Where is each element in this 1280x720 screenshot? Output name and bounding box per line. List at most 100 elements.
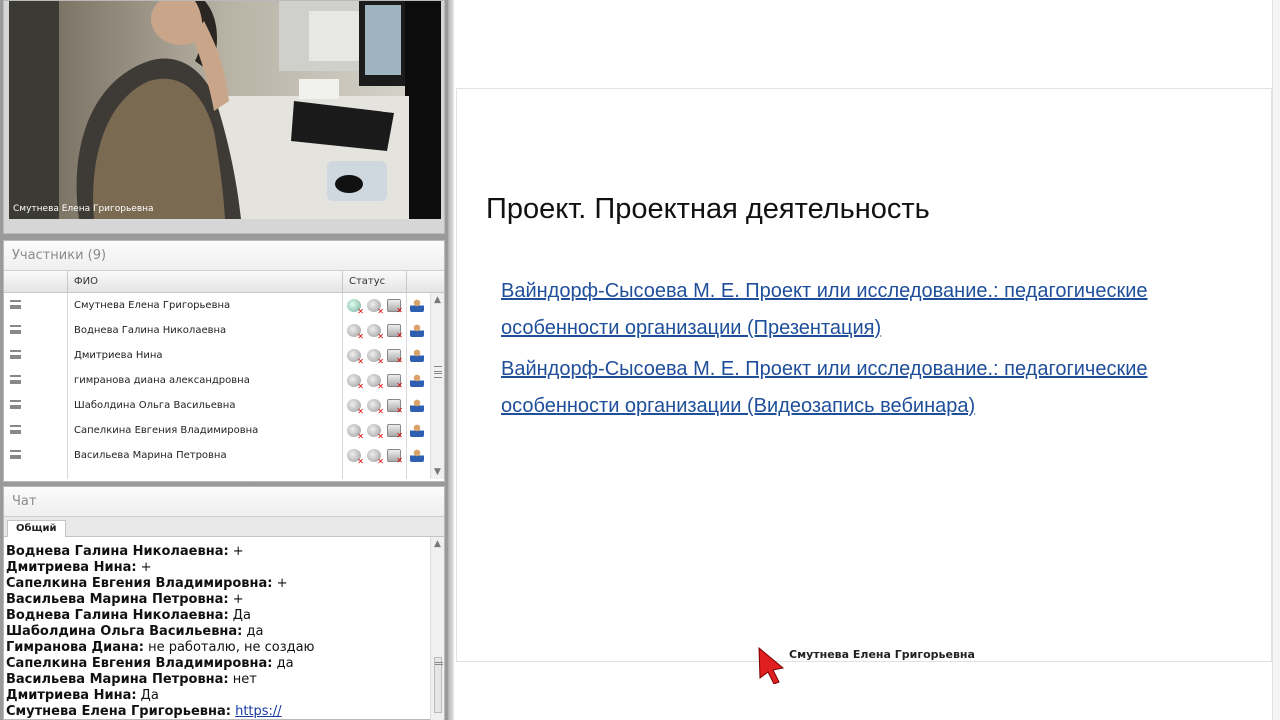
user-icon[interactable]	[410, 449, 424, 462]
user-icon[interactable]	[410, 374, 424, 387]
scroll-thumb[interactable]	[434, 657, 443, 713]
table-row[interactable]: Шаболдина Ольга Васильевна	[4, 393, 430, 418]
camera-status-icon[interactable]	[387, 449, 403, 465]
audio-status-icon[interactable]	[367, 399, 384, 416]
user-icon[interactable]	[410, 349, 424, 362]
participants-scrollbar[interactable]: ▲ ▼	[430, 293, 444, 479]
slide-link-presentation[interactable]: Вайндорф-Сысоева М. Е. Проект или исслед…	[501, 273, 1221, 347]
chat-author: Сапелкина Евгения Владимировна:	[6, 656, 273, 671]
chat-author: Дмитриева Нина:	[6, 688, 137, 703]
camera-status-icon[interactable]	[387, 374, 403, 390]
video-panel: Смутнева Елена Григорьевна	[3, 0, 445, 234]
participant-name: Воднева Галина Николаевна	[74, 325, 227, 336]
chat-author: Васильева Марина Петровна:	[6, 672, 229, 687]
camera-status-icon[interactable]	[387, 424, 403, 440]
webcam-image	[9, 1, 441, 219]
audio-status-icon[interactable]	[367, 449, 384, 466]
chat-text: да	[242, 624, 264, 639]
chat-author: Шаболдина Ольга Васильевна:	[6, 624, 243, 639]
scroll-up-icon[interactable]: ▲	[431, 537, 444, 551]
chat-author: Гимранова Диана:	[6, 640, 144, 655]
tab-general[interactable]: Общий	[7, 520, 66, 537]
participants-header: ФИО Статус	[4, 271, 444, 293]
chat-scrollbar[interactable]: ▲	[430, 537, 444, 720]
drag-handle-icon[interactable]	[10, 450, 21, 459]
chat-author: Дмитриева Нина:	[6, 560, 137, 575]
chat-messages: Воднева Галина Николаевна: + Дмитриева Ни…	[4, 537, 430, 720]
chat-text: +	[136, 560, 152, 575]
camera-status-icon[interactable]	[387, 399, 403, 415]
drag-handle-icon[interactable]	[10, 350, 21, 359]
chat-text: +	[272, 576, 288, 591]
user-icon[interactable]	[410, 399, 424, 412]
col-extra	[407, 271, 444, 293]
chat-status-icon[interactable]	[347, 399, 364, 416]
link-line[interactable]: Вайндорф-Сысоева М. Е. Проект или исслед…	[501, 358, 1148, 380]
table-row[interactable]: Воднева Галина Николаевна	[4, 318, 430, 343]
presenter-pointer-label: Смутнева Елена Григорьевна	[789, 648, 975, 661]
drag-handle-icon[interactable]	[10, 425, 21, 434]
camera-status-icon[interactable]	[387, 324, 403, 340]
chat-tabs: Общий	[4, 517, 444, 537]
link-line[interactable]: особенности организации (Презентация)	[501, 317, 881, 339]
user-icon[interactable]	[410, 324, 424, 337]
webcam-video[interactable]: Смутнева Елена Григорьевна	[9, 1, 441, 219]
chat-link[interactable]: https://	[235, 704, 282, 719]
slide-title: Проект. Проектная деятельность	[486, 193, 930, 225]
chat-author: Смутнева Елена Григорьевна:	[6, 704, 231, 719]
chat-message: Васильева Марина Петровна: +	[6, 592, 430, 608]
camera-status-icon[interactable]	[387, 299, 403, 315]
col-status[interactable]: Статус	[343, 271, 407, 293]
audio-status-icon[interactable]	[367, 349, 384, 366]
chat-author: Васильева Марина Петровна:	[6, 592, 229, 607]
participant-name: Смутнева Елена Григорьевна	[74, 300, 231, 311]
audio-status-icon[interactable]	[367, 424, 384, 441]
participant-name: Дмитриева Нина	[74, 350, 163, 361]
table-row[interactable]: Васильева Марина Петровна	[4, 443, 430, 468]
participant-name: Васильева Марина Петровна	[74, 450, 227, 461]
chat-message: Смутнева Елена Григорьевна: https://	[6, 704, 430, 720]
presenter-pointer-icon	[758, 646, 785, 684]
link-line[interactable]: особенности организации (Видеозапись веб…	[501, 395, 975, 417]
webinar-room: Смутнева Елена Григорьевна Участники (9)…	[0, 0, 1280, 720]
chat-status-icon[interactable]	[347, 299, 364, 316]
table-row[interactable]: гимранова диана александровна	[4, 368, 430, 393]
presentation-slide: Проект. Проектная деятельность Вайндорф-…	[456, 88, 1272, 662]
scroll-thumb[interactable]	[434, 366, 442, 378]
chat-message: Сапелкина Евгения Владимировна: да	[6, 656, 430, 672]
chat-message: Гимранова Диана: не работалю, не создаю	[6, 640, 430, 656]
chat-author: Воднева Галина Николаевна:	[6, 608, 229, 623]
drag-handle-icon[interactable]	[10, 375, 21, 384]
chat-status-icon[interactable]	[347, 424, 364, 441]
participant-name: гимранова диана александровна	[74, 375, 250, 386]
drag-handle-icon[interactable]	[10, 325, 21, 334]
table-row[interactable]: Смутнева Елена Григорьевна	[4, 293, 430, 318]
audio-status-icon[interactable]	[367, 374, 384, 391]
chat-message: Васильева Марина Петровна: нет	[6, 672, 430, 688]
audio-status-icon[interactable]	[367, 299, 384, 316]
col-handle[interactable]	[4, 271, 68, 293]
page-scrollbar[interactable]	[1272, 0, 1280, 720]
camera-status-icon[interactable]	[387, 349, 403, 365]
participant-name: Шаболдина Ольга Васильевна	[74, 400, 236, 411]
link-line[interactable]: Вайндорф-Сысоева М. Е. Проект или исслед…	[501, 280, 1148, 302]
drag-handle-icon[interactable]	[10, 300, 21, 309]
chat-message: Воднева Галина Николаевна: Да	[6, 608, 430, 624]
table-row[interactable]: Дмитриева Нина	[4, 343, 430, 368]
splitter[interactable]	[448, 0, 454, 720]
user-icon[interactable]	[410, 299, 424, 312]
col-fio[interactable]: ФИО	[68, 271, 343, 293]
chat-status-icon[interactable]	[347, 374, 364, 391]
table-row[interactable]: Сапелкина Евгения Владимировна	[4, 418, 430, 443]
drag-handle-icon[interactable]	[10, 400, 21, 409]
participant-name: Сапелкина Евгения Владимировна	[74, 425, 259, 436]
slide-link-video[interactable]: Вайндорф-Сысоева М. Е. Проект или исслед…	[501, 351, 1221, 425]
audio-status-icon[interactable]	[367, 324, 384, 341]
chat-status-icon[interactable]	[347, 324, 364, 341]
chat-text: +	[228, 544, 244, 559]
scroll-up-icon[interactable]: ▲	[431, 293, 444, 307]
user-icon[interactable]	[410, 424, 424, 437]
chat-status-icon[interactable]	[347, 449, 364, 466]
scroll-down-icon[interactable]: ▼	[431, 465, 444, 479]
chat-status-icon[interactable]	[347, 349, 364, 366]
